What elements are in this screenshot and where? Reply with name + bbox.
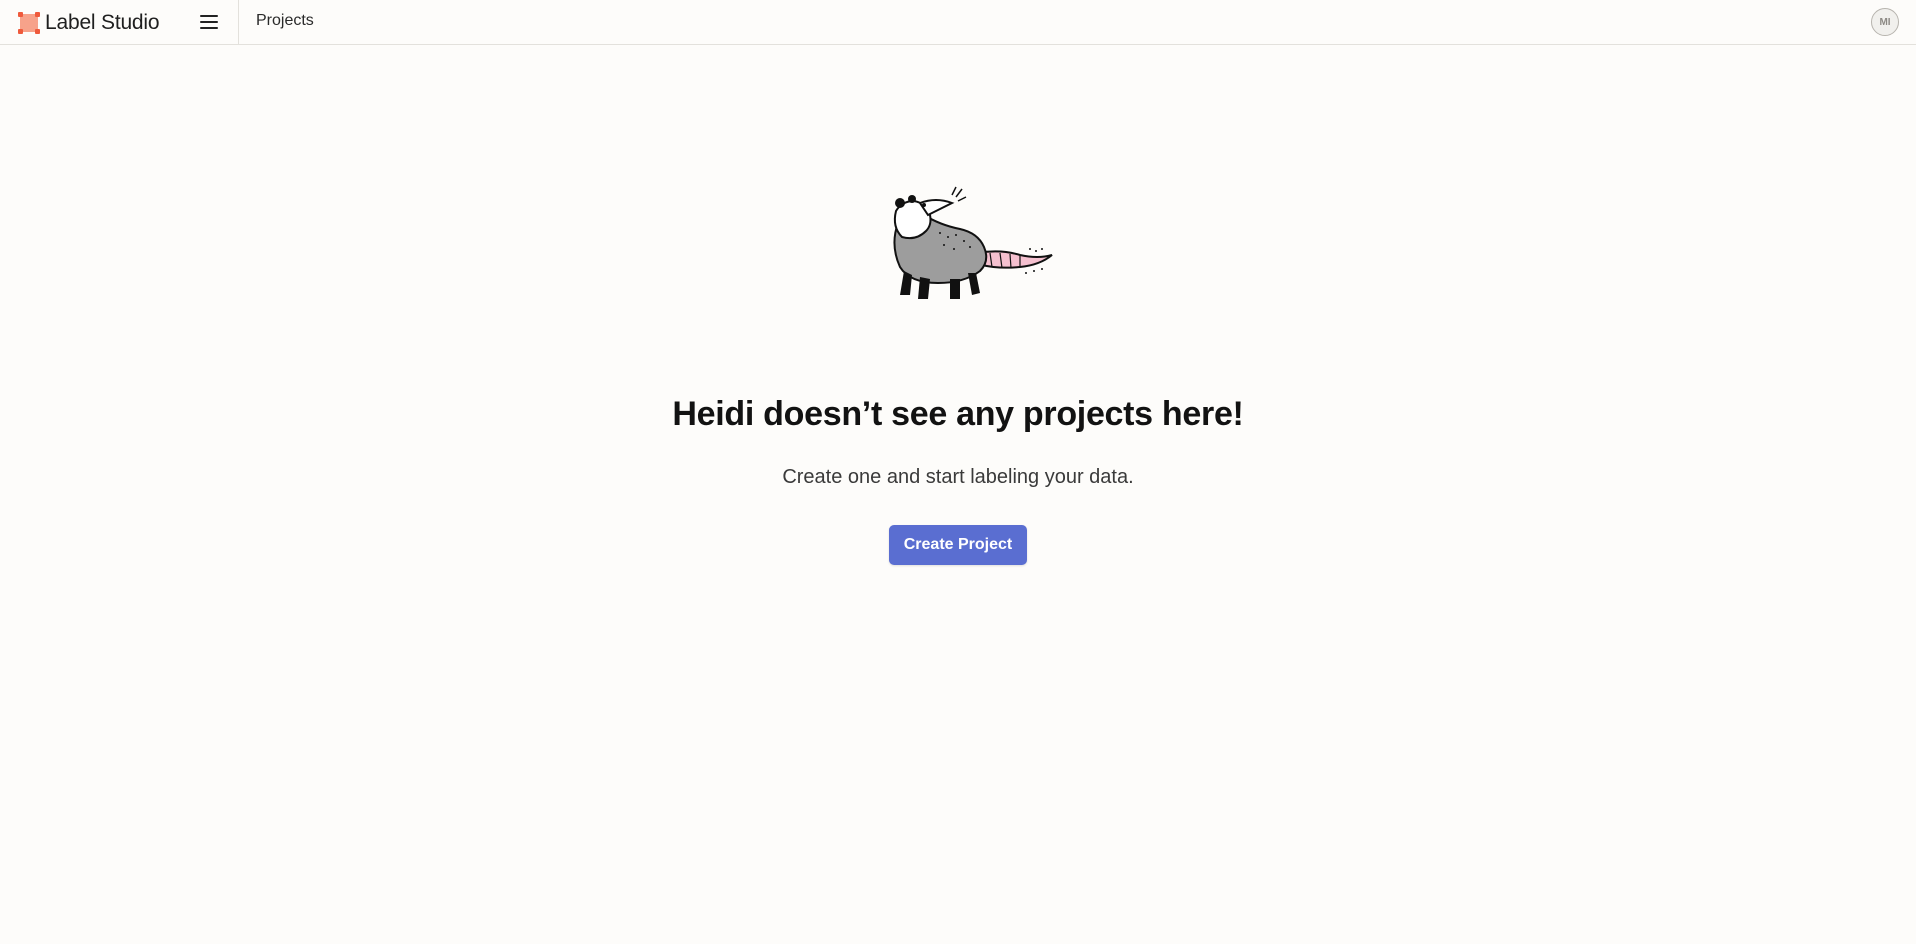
app-logo[interactable]: Label Studio bbox=[17, 10, 160, 35]
app-name: Label Studio bbox=[45, 10, 160, 34]
header-divider bbox=[238, 0, 239, 45]
empty-state-subtitle: Create one and start labeling your data. bbox=[782, 466, 1134, 488]
opossum-illustration bbox=[893, 186, 1053, 299]
label-studio-logo-icon bbox=[18, 11, 40, 34]
main-menu-button[interactable] bbox=[194, 10, 224, 34]
top-navigation-bar: Label Studio Projects MI bbox=[0, 0, 1916, 45]
empty-projects-state: Heidi doesn’t see any projects here! Cre… bbox=[0, 45, 1916, 944]
create-project-button[interactable]: Create Project bbox=[889, 525, 1027, 565]
breadcrumb-projects[interactable]: Projects bbox=[256, 12, 314, 30]
user-avatar[interactable]: MI bbox=[1871, 8, 1899, 36]
empty-state-title: Heidi doesn’t see any projects here! bbox=[672, 395, 1244, 433]
hamburger-icon bbox=[200, 15, 218, 29]
